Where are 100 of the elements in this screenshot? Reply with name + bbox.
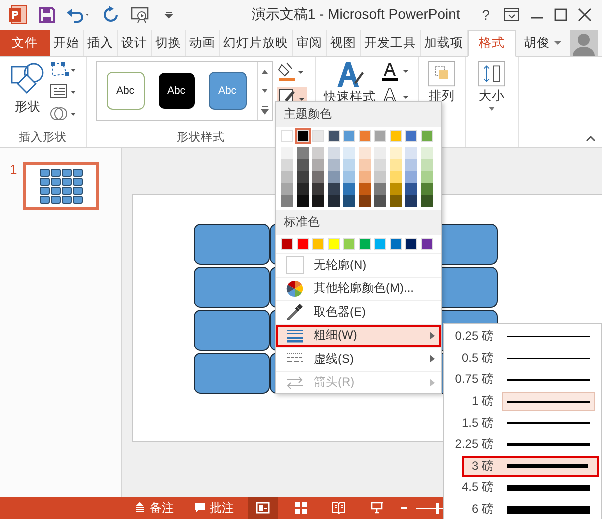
color-swatch[interactable] bbox=[358, 130, 370, 142]
text-box-icon[interactable] bbox=[50, 83, 76, 101]
caret-icon[interactable] bbox=[488, 106, 496, 112]
color-swatch[interactable] bbox=[312, 195, 324, 207]
ribbon-tab[interactable]: 开始 bbox=[50, 30, 84, 56]
user-name[interactable]: 胡俊 bbox=[524, 30, 550, 56]
shapes-button[interactable]: 形状 bbox=[10, 61, 46, 116]
color-swatch[interactable] bbox=[405, 159, 417, 171]
color-swatch[interactable] bbox=[281, 147, 293, 159]
color-swatch[interactable] bbox=[374, 147, 386, 159]
ribbon-tab[interactable]: 审阅 bbox=[293, 30, 327, 56]
text-fill-icon[interactable] bbox=[380, 61, 410, 83]
color-swatch[interactable] bbox=[390, 238, 402, 250]
menu-item[interactable]: 其他轮廓颜色(M)... bbox=[276, 276, 441, 300]
edit-shape-icon[interactable] bbox=[50, 61, 76, 79]
color-swatch[interactable] bbox=[405, 171, 417, 183]
color-swatch[interactable] bbox=[358, 171, 370, 183]
line-weight-option[interactable]: 0.5 磅 bbox=[444, 348, 601, 370]
color-swatch[interactable] bbox=[296, 195, 308, 207]
color-swatch[interactable] bbox=[358, 159, 370, 171]
slide-thumbnail[interactable] bbox=[23, 162, 100, 210]
color-swatch[interactable] bbox=[420, 171, 432, 183]
color-swatch[interactable] bbox=[328, 130, 340, 142]
color-swatch[interactable] bbox=[312, 183, 324, 195]
color-swatch[interactable] bbox=[343, 159, 355, 171]
color-swatch[interactable] bbox=[390, 171, 402, 183]
color-swatch[interactable] bbox=[358, 147, 370, 159]
color-swatch[interactable] bbox=[343, 171, 355, 183]
ribbon-display-icon[interactable] bbox=[504, 8, 520, 22]
close-icon[interactable] bbox=[578, 8, 592, 22]
color-swatch[interactable] bbox=[405, 238, 417, 250]
ribbon-tab[interactable]: 插入 bbox=[84, 30, 118, 56]
color-swatch[interactable] bbox=[420, 159, 432, 171]
color-swatch[interactable] bbox=[390, 130, 402, 142]
menu-item[interactable]: 虚线(S) bbox=[276, 347, 441, 370]
color-swatch[interactable] bbox=[312, 147, 324, 159]
line-weight-option[interactable]: 2.25 磅 bbox=[444, 434, 601, 456]
color-swatch[interactable] bbox=[374, 159, 386, 171]
color-swatch[interactable] bbox=[328, 171, 340, 183]
ribbon-tab[interactable]: 格式 bbox=[468, 30, 516, 57]
color-swatch[interactable] bbox=[405, 147, 417, 159]
color-swatch[interactable] bbox=[358, 195, 370, 207]
color-swatch[interactable] bbox=[281, 195, 293, 207]
redo-icon[interactable] bbox=[102, 6, 120, 24]
avatar-icon[interactable] bbox=[570, 30, 598, 56]
size-button[interactable]: 大小 bbox=[478, 61, 506, 112]
color-swatch[interactable] bbox=[281, 183, 293, 195]
color-swatch[interactable] bbox=[296, 183, 308, 195]
customize-caret-icon[interactable] bbox=[164, 10, 174, 20]
caret-icon[interactable] bbox=[554, 40, 562, 46]
ribbon-tab[interactable]: 切换 bbox=[152, 30, 186, 56]
color-swatch[interactable] bbox=[328, 238, 340, 250]
normal-view-button[interactable] bbox=[248, 497, 278, 519]
maximize-icon[interactable] bbox=[554, 8, 568, 22]
color-swatch[interactable] bbox=[312, 159, 324, 171]
color-swatch[interactable] bbox=[420, 147, 432, 159]
merge-shapes-icon[interactable] bbox=[50, 105, 76, 123]
line-weight-option[interactable]: 0.25 磅 bbox=[444, 326, 601, 348]
color-swatch[interactable] bbox=[281, 159, 293, 171]
color-swatch[interactable] bbox=[343, 195, 355, 207]
shape-fill-icon[interactable] bbox=[276, 61, 304, 83]
color-swatch[interactable] bbox=[281, 171, 293, 183]
color-swatch[interactable] bbox=[390, 147, 402, 159]
color-swatch[interactable] bbox=[374, 171, 386, 183]
ribbon-tab[interactable]: 开发工具 bbox=[361, 30, 421, 56]
color-swatch[interactable] bbox=[328, 195, 340, 207]
color-swatch[interactable] bbox=[405, 195, 417, 207]
line-weight-option[interactable]: 0.75 磅 bbox=[444, 369, 601, 391]
color-swatch[interactable] bbox=[296, 159, 308, 171]
color-swatch[interactable] bbox=[281, 130, 293, 142]
color-swatch[interactable] bbox=[328, 183, 340, 195]
line-weight-option[interactable]: 4.5 磅 bbox=[444, 477, 601, 499]
color-swatch[interactable] bbox=[328, 147, 340, 159]
color-swatch[interactable] bbox=[374, 183, 386, 195]
color-swatch[interactable] bbox=[312, 130, 324, 142]
shape-style-sample[interactable]: Abc bbox=[106, 72, 144, 110]
color-swatch[interactable] bbox=[281, 238, 293, 250]
color-swatch[interactable] bbox=[343, 238, 355, 250]
color-swatch[interactable] bbox=[405, 183, 417, 195]
comments-button[interactable]: 批注 bbox=[188, 500, 240, 516]
notes-button[interactable]: 备注 bbox=[128, 500, 180, 516]
color-swatch[interactable] bbox=[420, 130, 432, 142]
help-button[interactable]: ? bbox=[478, 7, 494, 23]
color-swatch[interactable] bbox=[390, 183, 402, 195]
color-swatch[interactable] bbox=[343, 147, 355, 159]
ribbon-tab[interactable]: 幻灯片放映 bbox=[220, 30, 293, 56]
color-swatch[interactable] bbox=[296, 130, 308, 142]
color-swatch[interactable] bbox=[296, 238, 308, 250]
color-swatch[interactable] bbox=[312, 238, 324, 250]
color-swatch[interactable] bbox=[405, 130, 417, 142]
color-swatch[interactable] bbox=[374, 195, 386, 207]
color-swatch[interactable] bbox=[374, 130, 386, 142]
color-swatch[interactable] bbox=[374, 238, 386, 250]
color-swatch[interactable] bbox=[358, 238, 370, 250]
color-swatch[interactable] bbox=[343, 130, 355, 142]
menu-item[interactable]: 粗细(W) bbox=[276, 324, 441, 347]
line-weight-option[interactable]: 1.5 磅 bbox=[444, 412, 601, 434]
ribbon-tab[interactable]: 设计 bbox=[118, 30, 152, 56]
file-tab[interactable]: 文件 bbox=[0, 30, 50, 56]
collapse-ribbon-icon[interactable] bbox=[586, 135, 596, 143]
